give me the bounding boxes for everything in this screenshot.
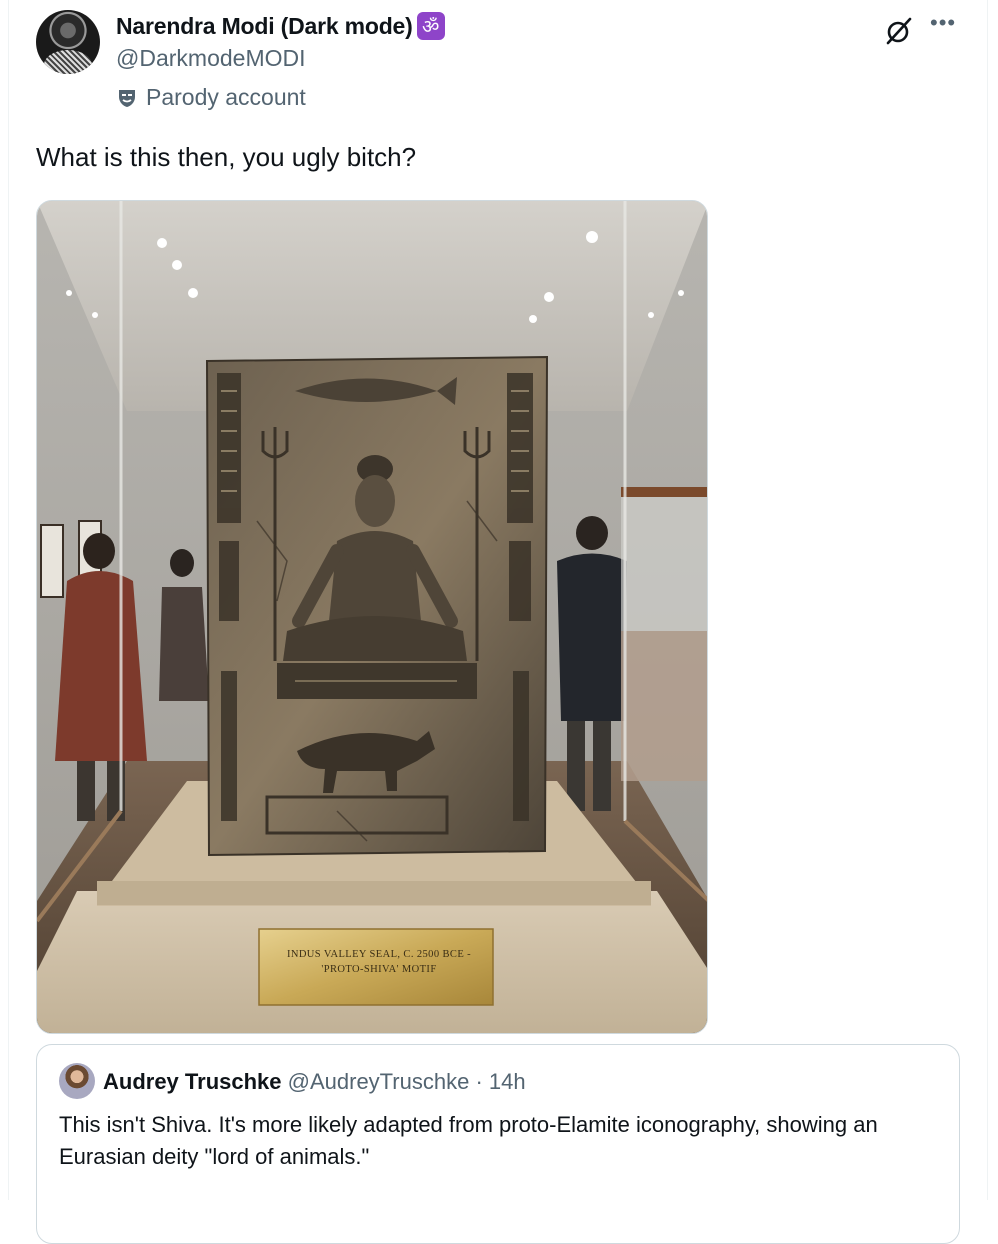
tweet-image[interactable]: Indus Valley Seal, c. 2500 bce - 'Proto-… [36,200,708,1034]
more-icon[interactable]: ••• [930,10,956,36]
plaque-line-1: Indus Valley Seal, c. 2500 bce - [286,949,472,960]
om-badge-icon: ॐ [416,12,445,40]
parody-mask-icon [119,89,135,107]
plaque-line-2: 'Proto-Shiva' Motif [321,964,437,975]
quoted-timestamp[interactable]: 14h [489,1069,526,1094]
tweet-text: What is this then, you ugly bitch? [36,142,417,172]
quoted-separator: · [469,1069,489,1094]
quoted-author-name[interactable]: Audrey Truschke [103,1069,282,1094]
author-handle[interactable]: @DarkmodeMODI [116,45,306,72]
quoted-tweet-text: This isn't Shiva. It's more likely adapt… [59,1112,878,1169]
plaque-label: Indus Valley Seal, c. 2500 bce - 'Proto-… [269,947,489,977]
quoted-author-avatar[interactable] [59,1063,95,1099]
quoted-author-handle[interactable]: @AudreyTruschke [288,1069,470,1094]
author-avatar[interactable] [36,10,100,74]
author-name-row: Narendra Modi (Dark mode) ॐ [116,12,445,40]
author-display-name[interactable]: Narendra Modi (Dark mode) [116,13,413,40]
quoted-tweet[interactable]: Audrey Truschke @AudreyTruschke · 14h Th… [36,1044,960,1244]
parody-label-text: Parody account [146,84,306,110]
grok-icon[interactable] [884,16,914,46]
quoted-tweet-header: Audrey Truschke @AudreyTruschke · 14h [103,1069,526,1095]
museum-photo [37,201,707,1033]
parody-label: Parody account [116,84,306,111]
